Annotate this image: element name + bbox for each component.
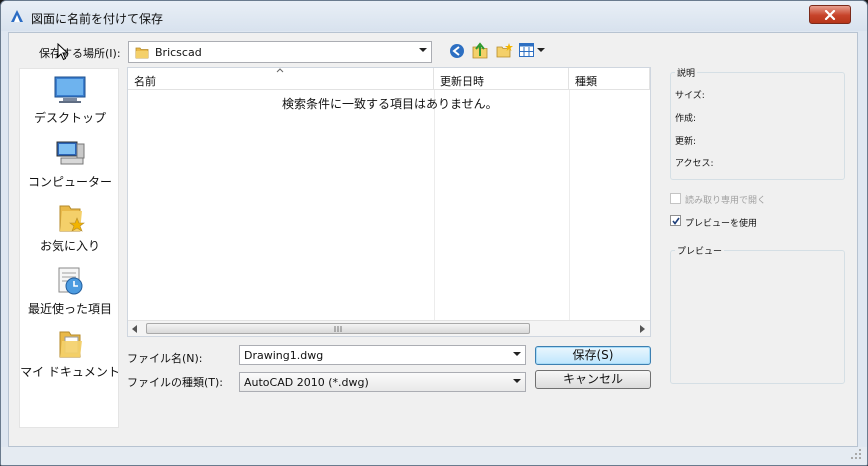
bricscad-logo-icon: [11, 10, 23, 22]
place-recent-items[interactable]: 最近使った項目: [20, 262, 120, 322]
place-label: お気に入り: [39, 239, 100, 253]
save-location-value: Bricscad: [155, 46, 202, 59]
favorites-icon: [59, 205, 85, 232]
place-label: 最近使った項目: [27, 302, 112, 316]
preview-group-title: プレビュー: [675, 244, 725, 257]
up-folder-icon[interactable]: [472, 42, 488, 59]
column-divider: [569, 90, 570, 320]
place-my-documents[interactable]: マイ ドキュメント: [20, 325, 120, 385]
checkmark-icon: [672, 217, 680, 225]
desktop-icon: [54, 76, 86, 103]
empty-list-message: 検索条件に一致する項目はありません。: [282, 97, 498, 111]
recent-items-icon: [58, 267, 83, 295]
place-label: デスクトップ: [33, 111, 106, 125]
filetype-label: ファイルの種類(T):: [127, 376, 224, 389]
new-folder-icon[interactable]: [496, 42, 513, 58]
filename-value: Drawing1.dwg: [244, 349, 324, 362]
filetype-select[interactable]: AutoCAD 2010 (*.dwg): [239, 372, 526, 392]
column-header-label: 名前: [134, 75, 156, 88]
horizontal-scrollbar[interactable]: [128, 320, 650, 336]
chevron-down-icon: [419, 48, 427, 52]
place-favorites[interactable]: お気に入り: [20, 199, 120, 259]
chevron-down-icon: [537, 48, 545, 52]
sort-ascending-icon: [276, 68, 284, 73]
column-header-type[interactable]: 種類: [569, 68, 650, 90]
description-created-label: 作成:: [675, 114, 697, 124]
description-size-label: サイズ:: [675, 91, 705, 101]
save-button[interactable]: 保存(S): [535, 346, 651, 365]
close-button[interactable]: [809, 5, 851, 24]
filename-input[interactable]: Drawing1.dwg: [239, 345, 526, 365]
description-group-title: 説明: [675, 66, 698, 79]
chevron-down-icon: [513, 352, 521, 356]
folder-icon: [135, 47, 149, 59]
back-icon[interactable]: [449, 43, 465, 59]
cancel-button[interactable]: キャンセル: [535, 370, 651, 389]
save-drawing-dialog: 図面に名前を付けて保存 保存する場所(I): Bricscad デスクトップ コ…: [0, 0, 868, 466]
title-bar[interactable]: 図面に名前を付けて保存: [1, 1, 867, 31]
description-modified-label: 更新:: [675, 137, 697, 147]
view-menu-icon: [519, 43, 534, 57]
resize-grip-dot[interactable]: [855, 457, 857, 459]
view-menu-button[interactable]: [518, 42, 546, 58]
places-bar: デスクトップ コンピューター お気に入り 最近使った項目 マイ ドキュメント: [19, 68, 120, 428]
column-header-label: 種類: [575, 75, 597, 88]
grip-icon: [334, 326, 342, 332]
readonly-label: 読み取り専用で開く: [685, 196, 767, 206]
use-preview-label: プレビューを使用: [685, 219, 758, 229]
resize-grip-dot[interactable]: [851, 457, 853, 459]
scroll-left-icon[interactable]: [132, 325, 138, 333]
scrollbar-thumb[interactable]: [146, 323, 530, 334]
column-divider: [434, 90, 435, 320]
place-label: コンピューター: [27, 175, 112, 189]
mouse-cursor-icon: [57, 43, 69, 61]
description-group: 説明 サイズ: 作成: 更新: アクセス:: [670, 66, 845, 180]
save-location-combo[interactable]: Bricscad: [128, 41, 432, 63]
place-label: マイ ドキュメント: [20, 365, 120, 379]
chevron-down-icon: [513, 379, 521, 383]
resize-grip-dot[interactable]: [855, 453, 857, 455]
my-documents-icon: [59, 331, 82, 358]
readonly-checkbox[interactable]: [670, 193, 681, 204]
window-title: 図面に名前を付けて保存: [31, 12, 164, 26]
column-header-name[interactable]: 名前: [128, 68, 434, 90]
computer-icon: [56, 141, 85, 165]
place-desktop[interactable]: デスクトップ: [20, 71, 120, 131]
resize-grip-dot[interactable]: [859, 457, 861, 459]
description-access-label: アクセス:: [675, 159, 714, 169]
dialog-client-area: 保存する場所(I): Bricscad デスクトップ コンピューター お気に入り…: [8, 32, 858, 447]
scroll-right-icon[interactable]: [640, 325, 646, 333]
column-header-label: 更新日時: [440, 75, 484, 88]
file-list[interactable]: 名前 更新日時 種類 検索条件に一致する項目はありません。: [127, 67, 651, 337]
resize-grip-dot[interactable]: [859, 453, 861, 455]
status-strip: [1, 447, 867, 465]
filename-label: ファイル名(N):: [127, 352, 203, 365]
column-header-modified[interactable]: 更新日時: [434, 68, 569, 90]
filetype-value: AutoCAD 2010 (*.dwg): [244, 376, 369, 389]
save-location-label: 保存する場所(I):: [39, 47, 121, 60]
preview-group: プレビュー: [670, 244, 845, 384]
close-icon: [824, 10, 836, 20]
resize-grip-dot[interactable]: [859, 449, 861, 451]
use-preview-checkbox[interactable]: [670, 215, 681, 226]
place-computer[interactable]: コンピューター: [20, 135, 120, 195]
